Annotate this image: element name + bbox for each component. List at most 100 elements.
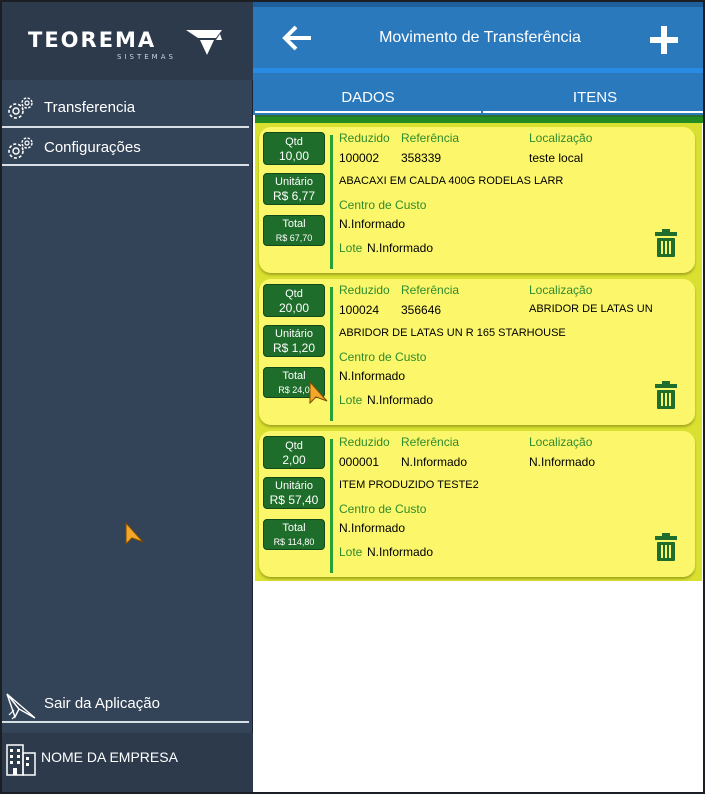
reduzido-label: Reduzido (339, 131, 390, 145)
lote-label: Lote (339, 393, 363, 407)
building-icon (6, 744, 36, 776)
unit-price-label: Unitário (275, 328, 313, 340)
sidebar-item-label: Transferencia (44, 99, 136, 116)
localizacao-value: ABRIDOR DE LATAS UN (529, 303, 653, 315)
divider (330, 135, 333, 269)
gear-icon (8, 137, 33, 159)
qtd-badge: Qtd 20,00 (263, 284, 325, 317)
lote-label: Lote (339, 241, 363, 255)
unit-price-value: R$ 57,40 (269, 493, 319, 507)
cost-center-value: N.Informado (339, 217, 406, 231)
qtd-label: Qtd (285, 136, 303, 148)
qtd-label: Qtd (285, 440, 303, 452)
total-badge: Total R$ 114,80 (263, 519, 325, 550)
sidebar-item-transferencia[interactable]: Transferencia (2, 89, 249, 127)
divider (2, 721, 249, 723)
tab-dados[interactable]: DADOS (255, 73, 481, 115)
sidebar: TEOREMA SISTEMAS Transferencia Configura… (2, 2, 253, 792)
cost-center-value: N.Informado (339, 521, 406, 535)
total-badge: Total R$ 67,70 (263, 215, 325, 246)
divider (2, 126, 249, 128)
reduzido-label: Reduzido (339, 283, 390, 297)
unit-price-value: R$ 6,77 (272, 189, 316, 203)
unit-price-badge: Unitário R$ 1,20 (263, 325, 325, 357)
localizacao-label: Localização (529, 435, 593, 449)
tab-label: DADOS (341, 89, 395, 106)
unit-price-badge: Unitário R$ 6,77 (263, 173, 325, 205)
reduzido-label: Reduzido (339, 435, 390, 449)
product-description: ABRIDOR DE LATAS UN R 165 STARHOUSE (339, 327, 566, 339)
cost-center-label: Centro de Custo (339, 198, 427, 212)
referencia-label: Referência (401, 283, 460, 297)
qtd-value: 20,00 (278, 301, 310, 315)
list-item[interactable]: Qtd 10,00 Unitário R$ 6,77 Total R$ 67,7… (259, 127, 695, 273)
unit-price-label: Unitário (275, 176, 313, 188)
cost-center-label: Centro de Custo (339, 502, 427, 516)
exit-button[interactable]: Sair da Aplicação (2, 685, 249, 723)
localizacao-value: teste local (529, 151, 584, 165)
tab-label: ITENS (572, 89, 618, 106)
product-description: ITEM PRODUZIDO TESTE2 (339, 479, 479, 491)
add-item-icon[interactable] (649, 25, 679, 55)
trash-icon[interactable] (655, 381, 677, 409)
referencia-value: N.Informado (401, 455, 468, 469)
cost-center-value: N.Informado (339, 369, 406, 383)
total-value: R$ 114,80 (273, 537, 315, 547)
localizacao-label: Localização (529, 283, 593, 297)
total-value: R$ 67,70 (275, 233, 313, 243)
company-name: NOME DA EMPRESA (41, 749, 178, 765)
items-list: Qtd 10,00 Unitário R$ 6,77 Total R$ 67,7… (255, 123, 702, 581)
lote-value: N.Informado (367, 393, 434, 407)
unit-price-label: Unitário (275, 480, 313, 492)
reduzido-value: 000001 (339, 455, 380, 469)
lote-value: N.Informado (367, 545, 434, 559)
referencia-value: 358339 (401, 151, 442, 165)
page-title: Movimento de Transferência (379, 29, 581, 46)
app-window: TEOREMA SISTEMAS Transferencia Configura… (0, 0, 705, 794)
sidebar-item-configuracoes[interactable]: Configurações (2, 129, 249, 167)
list-item[interactable]: Qtd 20,00 Unitário R$ 1,20 Total R$ 24,0… (259, 279, 695, 425)
cost-center-label: Centro de Custo (339, 350, 427, 364)
product-description: ABACAXI EM CALDA 400G RODELAS LARR (339, 175, 564, 187)
divider (330, 439, 333, 573)
sidebar-item-label: Configurações (44, 139, 141, 156)
trash-icon[interactable] (655, 229, 677, 257)
lote-label: Lote (339, 545, 363, 559)
main-panel: Movimento de Transferência DADOS ITENS Q… (253, 2, 703, 792)
gear-icon (8, 97, 33, 119)
list-item[interactable]: Qtd 2,00 Unitário R$ 57,40 Total R$ 114,… (259, 431, 695, 577)
tab-bar: DADOS ITENS (253, 73, 703, 115)
brand-subtitle: SISTEMAS (117, 53, 176, 61)
reduzido-value: 100002 (339, 151, 380, 165)
pointer-cursor-icon (309, 381, 328, 405)
pointer-cursor-icon (125, 522, 144, 546)
reduzido-value: 100024 (339, 303, 380, 317)
trash-icon[interactable] (655, 533, 677, 561)
localizacao-value: N.Informado (529, 455, 596, 469)
brand-mark-icon (186, 30, 222, 55)
divider (2, 164, 249, 166)
brand-name: TEOREMA (28, 28, 157, 52)
localizacao-label: Localização (529, 131, 593, 145)
company-footer: NOME DA EMPRESA (2, 733, 253, 792)
brand-logo: TEOREMA SISTEMAS (2, 2, 253, 80)
paper-plane-icon (6, 693, 36, 720)
referencia-label: Referência (401, 131, 460, 145)
divider (330, 287, 333, 421)
unit-price-value: R$ 1,20 (272, 341, 316, 355)
qtd-label: Qtd (285, 288, 303, 300)
exit-label: Sair da Aplicação (44, 695, 160, 712)
referencia-value: 356646 (401, 303, 442, 317)
total-label: Total (282, 522, 306, 534)
lote-value: N.Informado (367, 241, 434, 255)
divider (255, 115, 703, 123)
total-label: Total (282, 218, 306, 230)
tab-itens[interactable]: ITENS (483, 73, 703, 115)
app-bar: Movimento de Transferência (253, 2, 703, 68)
tab-indicator (255, 111, 481, 113)
qtd-value: 10,00 (278, 149, 310, 163)
qtd-badge: Qtd 10,00 (263, 132, 325, 165)
referencia-label: Referência (401, 435, 460, 449)
unit-price-badge: Unitário R$ 57,40 (263, 477, 325, 509)
qtd-badge: Qtd 2,00 (263, 436, 325, 469)
